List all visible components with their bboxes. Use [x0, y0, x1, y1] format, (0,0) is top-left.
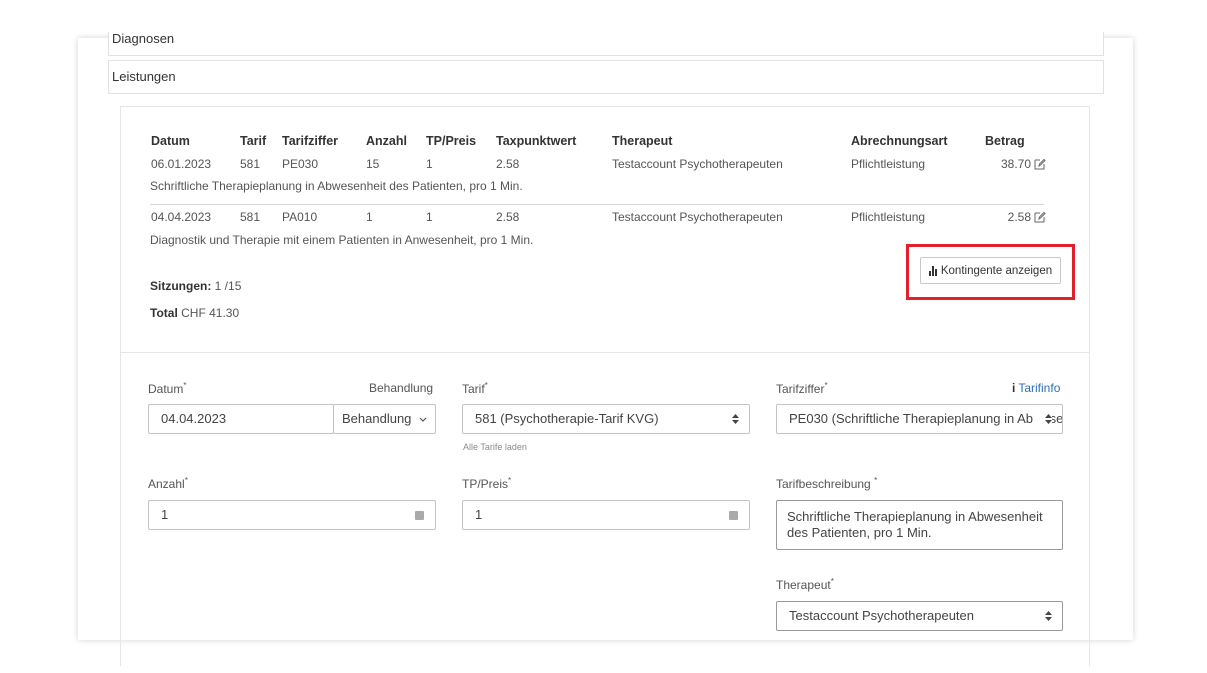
therapeut-label: Therapeut* — [776, 577, 834, 592]
behandlung-label: Behandlung — [369, 381, 434, 395]
select-arrows-icon — [732, 414, 739, 424]
behandlung-dropdown[interactable]: Behandlung — [333, 404, 436, 434]
edit-icon[interactable] — [1034, 211, 1046, 223]
cell-datum: 06.01.2023 — [151, 157, 212, 171]
anzahl-input[interactable]: 1 — [148, 500, 436, 530]
cell-therapeut: Testaccount Psychotherapeuten — [612, 157, 783, 171]
datum-input[interactable]: 04.04.2023 — [148, 404, 334, 434]
tarifziffer-select[interactable]: PE030 (Schriftliche Therapieplanung in A… — [776, 404, 1063, 434]
calculator-icon[interactable] — [729, 511, 738, 520]
cell-tarif: 581 — [240, 157, 261, 171]
cell-abrechnungsart: Pflichtleistung — [851, 210, 926, 224]
tarifziffer-label: Tarifziffer* — [776, 381, 828, 396]
info-icon: i — [1012, 381, 1016, 395]
kontingente-button-label: Kontingente anzeigen — [940, 264, 1053, 277]
cell-taxpunktwert: 2.58 — [496, 210, 520, 224]
tarif-select[interactable]: 581 (Psychotherapie-Tarif KVG) — [462, 404, 750, 434]
behandlung-value: Behandlung — [342, 411, 412, 426]
tp-preis-value: 1 — [475, 507, 483, 522]
col-header-tarifziffer: Tarifziffer — [282, 134, 339, 148]
col-header-abrechnungsart: Abrechnungsart — [851, 134, 948, 148]
cell-tarifziffer: PA010 — [282, 210, 318, 224]
therapeut-value: Testaccount Psychotherapeuten — [789, 608, 975, 623]
row-separator — [150, 204, 1044, 205]
cell-taxpunktwert: 2.58 — [496, 157, 520, 171]
calculator-icon[interactable] — [415, 511, 424, 520]
tarif-label: Tarif* — [462, 381, 488, 396]
alle-tarife-laden-link[interactable]: Alle Tarife laden — [463, 442, 527, 452]
cell-datum: 04.04.2023 — [151, 210, 212, 224]
tarifbeschreibung-textarea[interactable]: Schriftliche Therapieplanung in Abwesenh… — [776, 500, 1063, 550]
tp-preis-label: TP/Preis* — [462, 476, 512, 491]
cell-abrechnungsart: Pflichtleistung — [851, 157, 926, 171]
section-diagnosen[interactable]: Diagnosen — [108, 32, 1104, 56]
cell-betrag: 2.58 — [1007, 210, 1031, 224]
cell-tarif: 581 — [240, 210, 261, 224]
select-arrows-icon — [1045, 413, 1052, 425]
sitzungen-label: Sitzungen: — [150, 279, 212, 293]
kontingente-anzeigen-button[interactable]: Kontingente anzeigen — [920, 257, 1061, 284]
bar-chart-icon — [928, 265, 937, 276]
anzahl-label: Anzahl* — [148, 476, 188, 491]
tarifinfo-link[interactable]: i Tarifinfo — [1012, 381, 1060, 395]
tp-preis-input[interactable]: 1 — [462, 500, 750, 530]
tarif-value: 581 (Psychotherapie-Tarif KVG) — [475, 411, 659, 426]
cell-therapeut: Testaccount Psychotherapeuten — [612, 210, 783, 224]
tarifziffer-value: PE030 (Schriftliche Therapieplanung in A… — [789, 411, 1063, 426]
cell-anzahl: 15 — [366, 157, 380, 171]
select-arrows-icon — [1045, 611, 1052, 621]
col-header-datum: Datum — [151, 134, 190, 148]
cell-tp-preis: 1 — [426, 157, 433, 171]
col-header-anzahl: Anzahl — [366, 134, 407, 148]
anzahl-value: 1 — [161, 507, 169, 522]
cell-tarifziffer: PE030 — [282, 157, 319, 171]
tarifbeschreibung-label: Tarifbeschreibung * — [776, 476, 878, 491]
datum-label: Datum* — [148, 381, 187, 396]
section-leistungen-title: Leistungen — [112, 69, 176, 84]
total-summary: Total CHF 41.30 — [150, 306, 239, 320]
therapeut-select[interactable]: Testaccount Psychotherapeuten — [776, 601, 1063, 631]
chevron-down-icon — [419, 417, 427, 422]
cell-tp-preis: 1 — [426, 210, 433, 224]
cell-anzahl: 1 — [366, 210, 373, 224]
sitzungen-summary: Sitzungen: 1 /15 — [150, 279, 241, 293]
edit-icon[interactable] — [1034, 158, 1046, 170]
total-label: Total — [150, 306, 178, 320]
content-divider — [121, 352, 1089, 353]
section-leistungen[interactable]: Leistungen — [108, 60, 1104, 94]
section-diagnosen-title: Diagnosen — [112, 31, 175, 46]
row-description: Schriftliche Therapieplanung in Abwesenh… — [150, 179, 523, 193]
total-value: CHF 41.30 — [181, 306, 240, 320]
col-header-betrag: Betrag — [985, 134, 1025, 148]
sitzungen-value: 1 /15 — [214, 279, 242, 293]
col-header-therapeut: Therapeut — [612, 134, 673, 148]
col-header-tp-preis: TP/Preis — [426, 134, 477, 148]
col-header-taxpunktwert: Taxpunktwert — [496, 134, 577, 148]
cell-betrag: 38.70 — [1000, 157, 1031, 171]
col-header-tarif: Tarif — [240, 134, 267, 148]
row-description: Diagnostik und Therapie mit einem Patien… — [150, 233, 534, 247]
